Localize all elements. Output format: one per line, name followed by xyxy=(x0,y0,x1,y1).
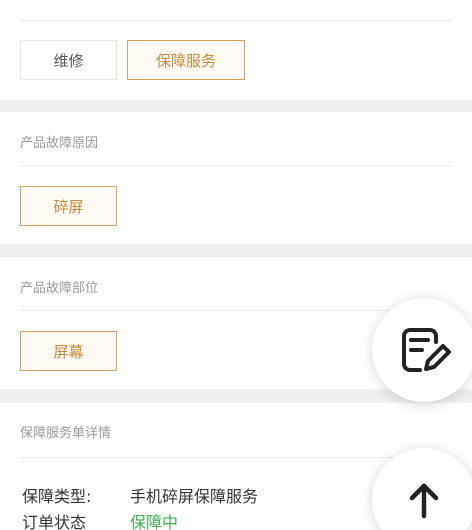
detail-value: 手机碎屏保障服务 xyxy=(130,487,259,506)
option-screen-button[interactable]: 屏幕 xyxy=(20,331,117,371)
detail-label: 订单状态 xyxy=(22,513,87,530)
detail-label: 保障类型: xyxy=(22,487,92,506)
edit-note-icon xyxy=(402,328,451,372)
option-repair-button[interactable]: 维修 xyxy=(20,40,117,80)
divider xyxy=(20,457,452,458)
divider xyxy=(20,165,452,166)
option-label: 维修 xyxy=(53,51,84,70)
option-label: 碎屏 xyxy=(53,197,84,216)
status-value: 保障中 xyxy=(130,513,179,530)
option-label: 保障服务 xyxy=(155,51,216,70)
edit-fab-button[interactable] xyxy=(372,298,472,402)
fault-reason-card: 产品故障原因 碎屏 xyxy=(0,112,472,244)
option-broken-screen-button[interactable]: 碎屏 xyxy=(20,186,117,226)
divider xyxy=(20,20,452,21)
option-label: 屏幕 xyxy=(53,342,84,361)
service-detail-title: 保障服务单详情 xyxy=(20,426,112,441)
arrow-up-icon xyxy=(409,483,439,519)
detail-row-status: 订单状态 保障中 xyxy=(22,509,178,530)
fault-reason-title: 产品故障原因 xyxy=(20,136,99,151)
option-protection-service-button[interactable]: 保障服务 xyxy=(127,40,245,80)
fault-part-title: 产品故障部位 xyxy=(20,281,99,296)
detail-row-type: 保障类型: 手机碎屏保障服务 xyxy=(22,483,258,507)
service-type-card: 维修 保障服务 xyxy=(0,0,472,100)
divider xyxy=(20,310,452,311)
